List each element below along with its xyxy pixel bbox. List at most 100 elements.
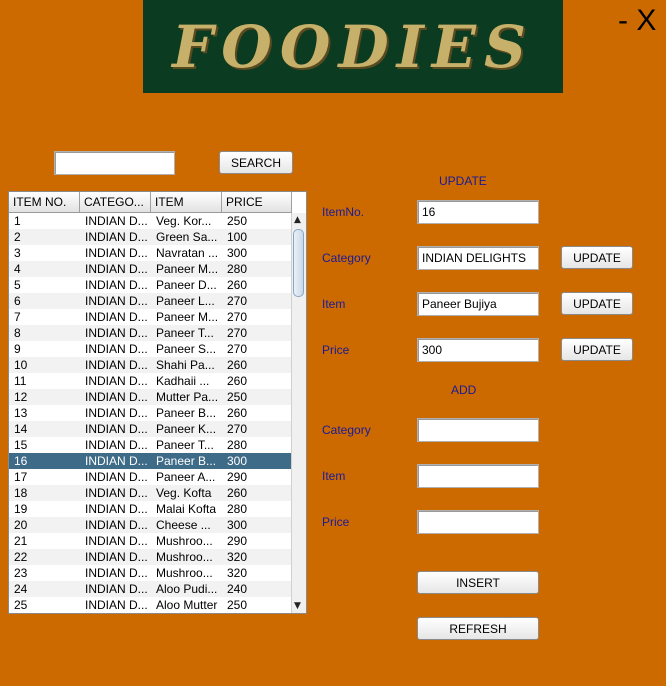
cell-price: 260 <box>227 374 248 388</box>
column-header-item-no[interactable]: ITEM NO. <box>9 192 80 212</box>
vertical-scrollbar[interactable]: ▲ ▼ <box>291 213 306 613</box>
cell-item: Paneer M... <box>156 262 219 276</box>
cell-item: Mushroo... <box>156 566 213 580</box>
cell-item-no: 16 <box>14 454 28 468</box>
add-price-field[interactable] <box>417 510 539 534</box>
scroll-down-icon[interactable]: ▼ <box>294 601 301 611</box>
cell-price: 250 <box>227 214 248 228</box>
update-category-button[interactable]: UPDATE <box>561 246 633 269</box>
window-controls[interactable]: - X <box>618 4 656 38</box>
table-row[interactable]: 6 INDIAN D... Paneer L... 270 <box>9 293 292 309</box>
cell-item-no: 25 <box>14 598 28 612</box>
cell-item: Mutter Pa... <box>156 390 219 404</box>
cell-item-no: 7 <box>14 310 21 324</box>
insert-button[interactable]: INSERT <box>417 571 539 594</box>
table-row[interactable]: 25 INDIAN D... Aloo Mutter 250 <box>9 597 292 613</box>
table-row[interactable]: 22 INDIAN D... Mushroo... 320 <box>9 549 292 565</box>
add-category-field[interactable] <box>417 418 539 442</box>
cell-item-no: 18 <box>14 486 28 500</box>
cell-item-no: 1 <box>14 214 21 228</box>
scroll-up-icon[interactable]: ▲ <box>294 215 301 225</box>
cell-price: 290 <box>227 534 248 548</box>
cell-category: INDIAN D... <box>85 326 148 340</box>
add-item-label: Item <box>322 469 346 483</box>
update-price-button[interactable]: UPDATE <box>561 338 633 361</box>
cell-item: Mushroo... <box>156 550 213 564</box>
cell-price: 270 <box>227 310 248 324</box>
add-item-field[interactable] <box>417 464 539 488</box>
cell-price: 260 <box>227 406 248 420</box>
table-row[interactable]: 23 INDIAN D... Mushroo... 320 <box>9 565 292 581</box>
cell-item-no: 23 <box>14 566 28 580</box>
column-header-category[interactable]: CATEGO... <box>80 192 151 212</box>
update-section-title: UPDATE <box>439 174 487 188</box>
cell-price: 240 <box>227 582 248 596</box>
cell-item: Veg. Kofta <box>156 486 212 500</box>
table-row[interactable]: 10 INDIAN D... Shahi Pa... 260 <box>9 357 292 373</box>
table-row[interactable]: 2 INDIAN D... Green Sa... 100 <box>9 229 292 245</box>
table-row[interactable]: 16 INDIAN D... Paneer B... 300 <box>9 453 292 469</box>
refresh-button[interactable]: REFRESH <box>417 617 539 640</box>
cell-category: INDIAN D... <box>85 390 148 404</box>
table-row[interactable]: 14 INDIAN D... Paneer K... 270 <box>9 421 292 437</box>
cell-price: 300 <box>227 518 248 532</box>
search-button[interactable]: SEARCH <box>219 151 293 174</box>
table-row[interactable]: 24 INDIAN D... Aloo Pudi... 240 <box>9 581 292 597</box>
table-row[interactable]: 19 INDIAN D... Malai Kofta 280 <box>9 501 292 517</box>
cell-category: INDIAN D... <box>85 534 148 548</box>
table-row[interactable]: 3 INDIAN D... Navratan ... 300 <box>9 245 292 261</box>
column-header-price[interactable]: PRICE <box>222 192 292 212</box>
update-category-field[interactable]: INDIAN DELIGHTS <box>417 246 539 270</box>
column-header-item[interactable]: ITEM <box>151 192 222 212</box>
cell-item-no: 4 <box>14 262 21 276</box>
table-row[interactable]: 21 INDIAN D... Mushroo... 290 <box>9 533 292 549</box>
table-row[interactable]: 20 INDIAN D... Cheese ... 300 <box>9 517 292 533</box>
search-input[interactable] <box>54 151 175 175</box>
cell-category: INDIAN D... <box>85 374 148 388</box>
cell-price: 260 <box>227 278 248 292</box>
cell-item: Paneer L... <box>156 294 215 308</box>
table-row[interactable]: 17 INDIAN D... Paneer A... 290 <box>9 469 292 485</box>
cell-item: Veg. Kor... <box>156 214 212 228</box>
cell-price: 260 <box>227 358 248 372</box>
update-category-label: Category <box>322 251 371 265</box>
cell-category: INDIAN D... <box>85 454 148 468</box>
cell-item: Navratan ... <box>156 246 219 260</box>
cell-item: Shahi Pa... <box>156 358 215 372</box>
cell-category: INDIAN D... <box>85 486 148 500</box>
cell-item: Paneer D... <box>156 278 217 292</box>
cell-price: 100 <box>227 230 248 244</box>
cell-item: Green Sa... <box>156 230 218 244</box>
cell-price: 320 <box>227 550 248 564</box>
table-row[interactable]: 11 INDIAN D... Kadhaii ... 260 <box>9 373 292 389</box>
table-row[interactable]: 8 INDIAN D... Paneer T... 270 <box>9 325 292 341</box>
add-price-label: Price <box>322 515 350 529</box>
cell-item-no: 17 <box>14 470 28 484</box>
table-row[interactable]: 12 INDIAN D... Mutter Pa... 250 <box>9 389 292 405</box>
table-row[interactable]: 5 INDIAN D... Paneer D... 260 <box>9 277 292 293</box>
table-row[interactable]: 18 INDIAN D... Veg. Kofta 260 <box>9 485 292 501</box>
table-row[interactable]: 1 INDIAN D... Veg. Kor... 250 <box>9 213 292 229</box>
cell-category: INDIAN D... <box>85 262 148 276</box>
cell-item: Paneer T... <box>156 438 214 452</box>
update-item-button[interactable]: UPDATE <box>561 292 633 315</box>
cell-item-no: 24 <box>14 582 28 596</box>
table-row[interactable]: 13 INDIAN D... Paneer B... 260 <box>9 405 292 421</box>
cell-price: 270 <box>227 422 248 436</box>
table-row[interactable]: 7 INDIAN D... Paneer M... 270 <box>9 309 292 325</box>
scroll-thumb[interactable] <box>293 229 304 297</box>
cell-category: INDIAN D... <box>85 518 148 532</box>
table-row[interactable]: 4 INDIAN D... Paneer M... 280 <box>9 261 292 277</box>
update-price-field[interactable]: 300 <box>417 338 539 362</box>
table-row[interactable]: 15 INDIAN D... Paneer T... 280 <box>9 437 292 453</box>
add-category-label: Category <box>322 423 371 437</box>
cell-price: 260 <box>227 486 248 500</box>
cell-price: 270 <box>227 294 248 308</box>
table-row[interactable]: 9 INDIAN D... Paneer S... 270 <box>9 341 292 357</box>
update-item-field[interactable]: Paneer Bujiya <box>417 292 539 316</box>
cell-price: 290 <box>227 470 248 484</box>
cell-item: Paneer S... <box>156 342 217 356</box>
menu-table: ITEM NO. CATEGO... ITEM PRICE 1 INDIAN D.… <box>8 191 307 614</box>
cell-item-no: 8 <box>14 326 21 340</box>
update-itemno-field[interactable]: 16 <box>417 200 539 224</box>
